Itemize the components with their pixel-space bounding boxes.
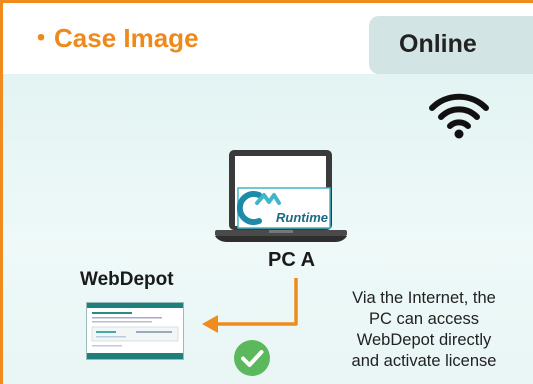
description-text: Via the Internet, the PC can access WebD… <box>318 288 530 372</box>
case-title: ・Case Image <box>28 23 199 53</box>
description-line: Via the Internet, the <box>352 289 496 307</box>
webdepot-screenshot <box>86 302 184 360</box>
wifi-icon <box>429 93 489 139</box>
online-badge-label: Online <box>399 30 477 58</box>
webdepot-label: WebDepot <box>80 269 174 290</box>
description-line: and activate license <box>351 352 497 370</box>
runtime-label: Runtime <box>276 210 328 225</box>
arrow-left-icon <box>202 278 298 333</box>
pc-label: PC A <box>268 249 316 271</box>
check-circle-icon <box>234 340 270 376</box>
description-line: PC can access <box>368 310 480 328</box>
description-line: WebDepot directly <box>356 331 492 349</box>
